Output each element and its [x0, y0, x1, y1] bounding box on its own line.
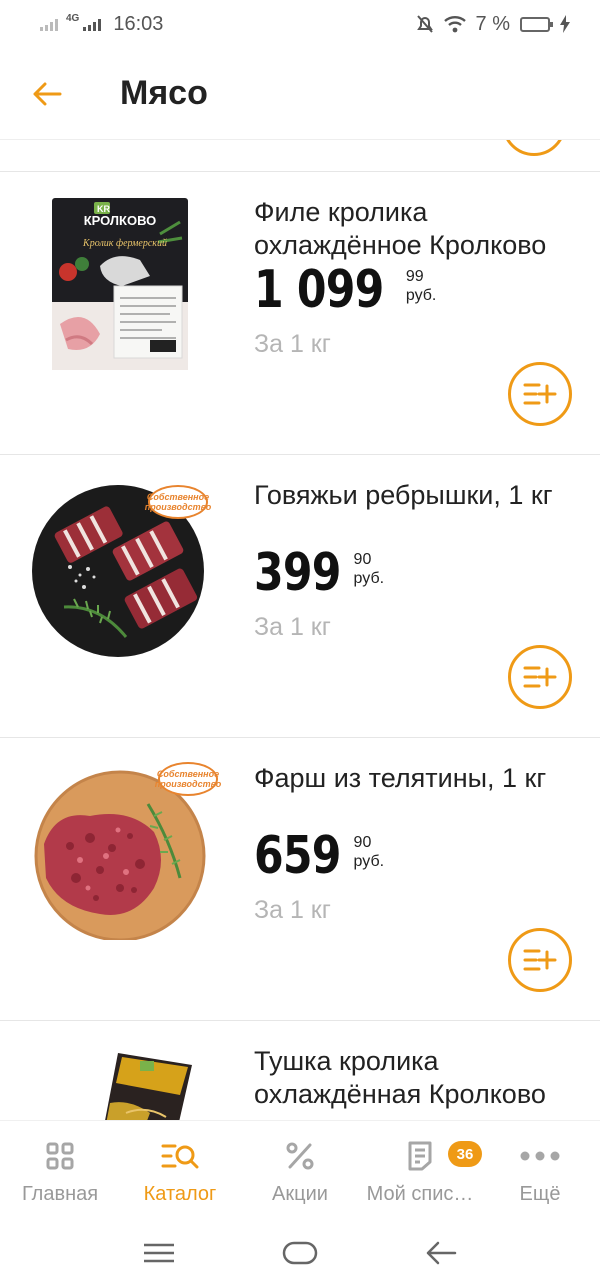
- network-type: 4G: [66, 12, 80, 24]
- back-nav-icon[interactable]: [425, 1241, 457, 1265]
- bell-off-icon: [416, 15, 433, 33]
- product-image[interactable]: Собственное производство: [30, 760, 221, 942]
- add-to-list-button[interactable]: [508, 928, 572, 992]
- product-name[interactable]: Тушка кролика охлаждённая Кролково: [254, 1045, 574, 1111]
- product-list[interactable]: KR КРОЛКОВО Кролик фермерский Филе кроли…: [0, 140, 600, 1120]
- product-card[interactable]: Собственное производство Фарш из телятин…: [0, 738, 600, 1021]
- price-kopecks: 99: [405, 268, 424, 285]
- add-to-list-button[interactable]: [508, 362, 572, 426]
- charging-icon: [560, 15, 570, 33]
- clock: 16:03: [113, 12, 164, 35]
- product-price: 659 90 руб.: [254, 830, 384, 882]
- price-rubles: 659: [254, 826, 341, 886]
- nav-item-promotions[interactable]: Акции: [240, 1121, 360, 1220]
- add-to-list-icon: [523, 949, 557, 971]
- more-dots-icon: [520, 1151, 560, 1161]
- product-image[interactable]: Собственное производство: [30, 477, 211, 657]
- home-icon[interactable]: [282, 1241, 318, 1265]
- nav-item-home[interactable]: Главная: [0, 1121, 120, 1220]
- product-name[interactable]: Филе кролика охлаждённое Кролково: [254, 196, 574, 262]
- nav-item-my-list[interactable]: 36 Мой спис…: [360, 1121, 482, 1220]
- price-kopecks: 90: [353, 834, 372, 851]
- add-to-list-icon: [523, 666, 557, 688]
- catalog-search-icon: [161, 1144, 199, 1169]
- signal-weak-icon: [40, 17, 58, 31]
- list-icon: [408, 1141, 432, 1171]
- nav-label: Каталог: [143, 1183, 217, 1205]
- system-navigation-bar: [0, 1220, 600, 1285]
- signal-icon: [83, 17, 102, 31]
- price-currency: руб.: [405, 287, 437, 304]
- wifi-icon: [443, 16, 466, 33]
- app-bar: Мясо: [0, 48, 600, 140]
- price-currency: руб.: [353, 570, 385, 587]
- product-unit: За 1 кг: [254, 896, 331, 924]
- page-title: Мясо: [120, 74, 208, 112]
- price-rubles: 1 099: [254, 260, 384, 320]
- product-price: 1 099 99 руб.: [254, 264, 436, 316]
- product-card[interactable]: Собственное производство Говяжьи ребрышк…: [0, 455, 600, 738]
- own-production-badge: Собственное производство: [145, 485, 211, 519]
- battery-percent: 7 %: [475, 12, 510, 35]
- product-image[interactable]: KR КРОЛКОВО Кролик фермерский: [30, 194, 210, 374]
- add-to-list-button[interactable]: [502, 140, 566, 156]
- nav-label: Главная: [21, 1183, 99, 1205]
- nav-label: Акции: [272, 1183, 328, 1205]
- own-production-badge: Собственное производство: [155, 762, 221, 796]
- product-card[interactable]: Тушка кролика охлаждённая Кролково: [0, 1021, 600, 1120]
- arrow-left-icon: [33, 82, 62, 105]
- nav-label: Мой спис…: [366, 1183, 474, 1205]
- product-name[interactable]: Фарш из телятины, 1 кг: [254, 762, 574, 795]
- battery-icon: [520, 16, 553, 32]
- svg-text:КРОЛКОВО: КРОЛКОВО: [84, 213, 157, 228]
- grid-icon: [46, 1142, 74, 1170]
- nav-label: Ещё: [519, 1183, 561, 1205]
- list-item: [0, 140, 600, 172]
- price-rubles: 399: [254, 543, 341, 603]
- price-currency: руб.: [353, 853, 385, 870]
- back-button[interactable]: [0, 48, 94, 140]
- add-to-list-button[interactable]: [508, 645, 572, 709]
- list-count-badge: 36: [448, 1141, 482, 1167]
- bottom-navigation: Главная Каталог Акции 36 Мой спис… Ещё: [0, 1120, 600, 1220]
- product-image[interactable]: [30, 1043, 210, 1120]
- add-to-list-icon: [523, 383, 557, 405]
- price-kopecks: 90: [353, 551, 372, 568]
- product-unit: За 1 кг: [254, 330, 331, 358]
- product-unit: За 1 кг: [254, 613, 331, 641]
- percent-icon: [286, 1142, 314, 1170]
- nav-item-catalog[interactable]: Каталог: [120, 1121, 240, 1220]
- product-name[interactable]: Говяжьи ребрышки, 1 кг: [254, 479, 574, 512]
- nav-item-more[interactable]: Ещё: [480, 1121, 600, 1220]
- status-bar: 4G 16:03 7 %: [0, 0, 600, 48]
- product-price: 399 90 руб.: [254, 547, 384, 599]
- menu-icon[interactable]: [143, 1242, 175, 1264]
- svg-text:Кролик фермерский: Кролик фермерский: [82, 238, 167, 249]
- product-card[interactable]: KR КРОЛКОВО Кролик фермерский Филе кроли…: [0, 172, 600, 455]
